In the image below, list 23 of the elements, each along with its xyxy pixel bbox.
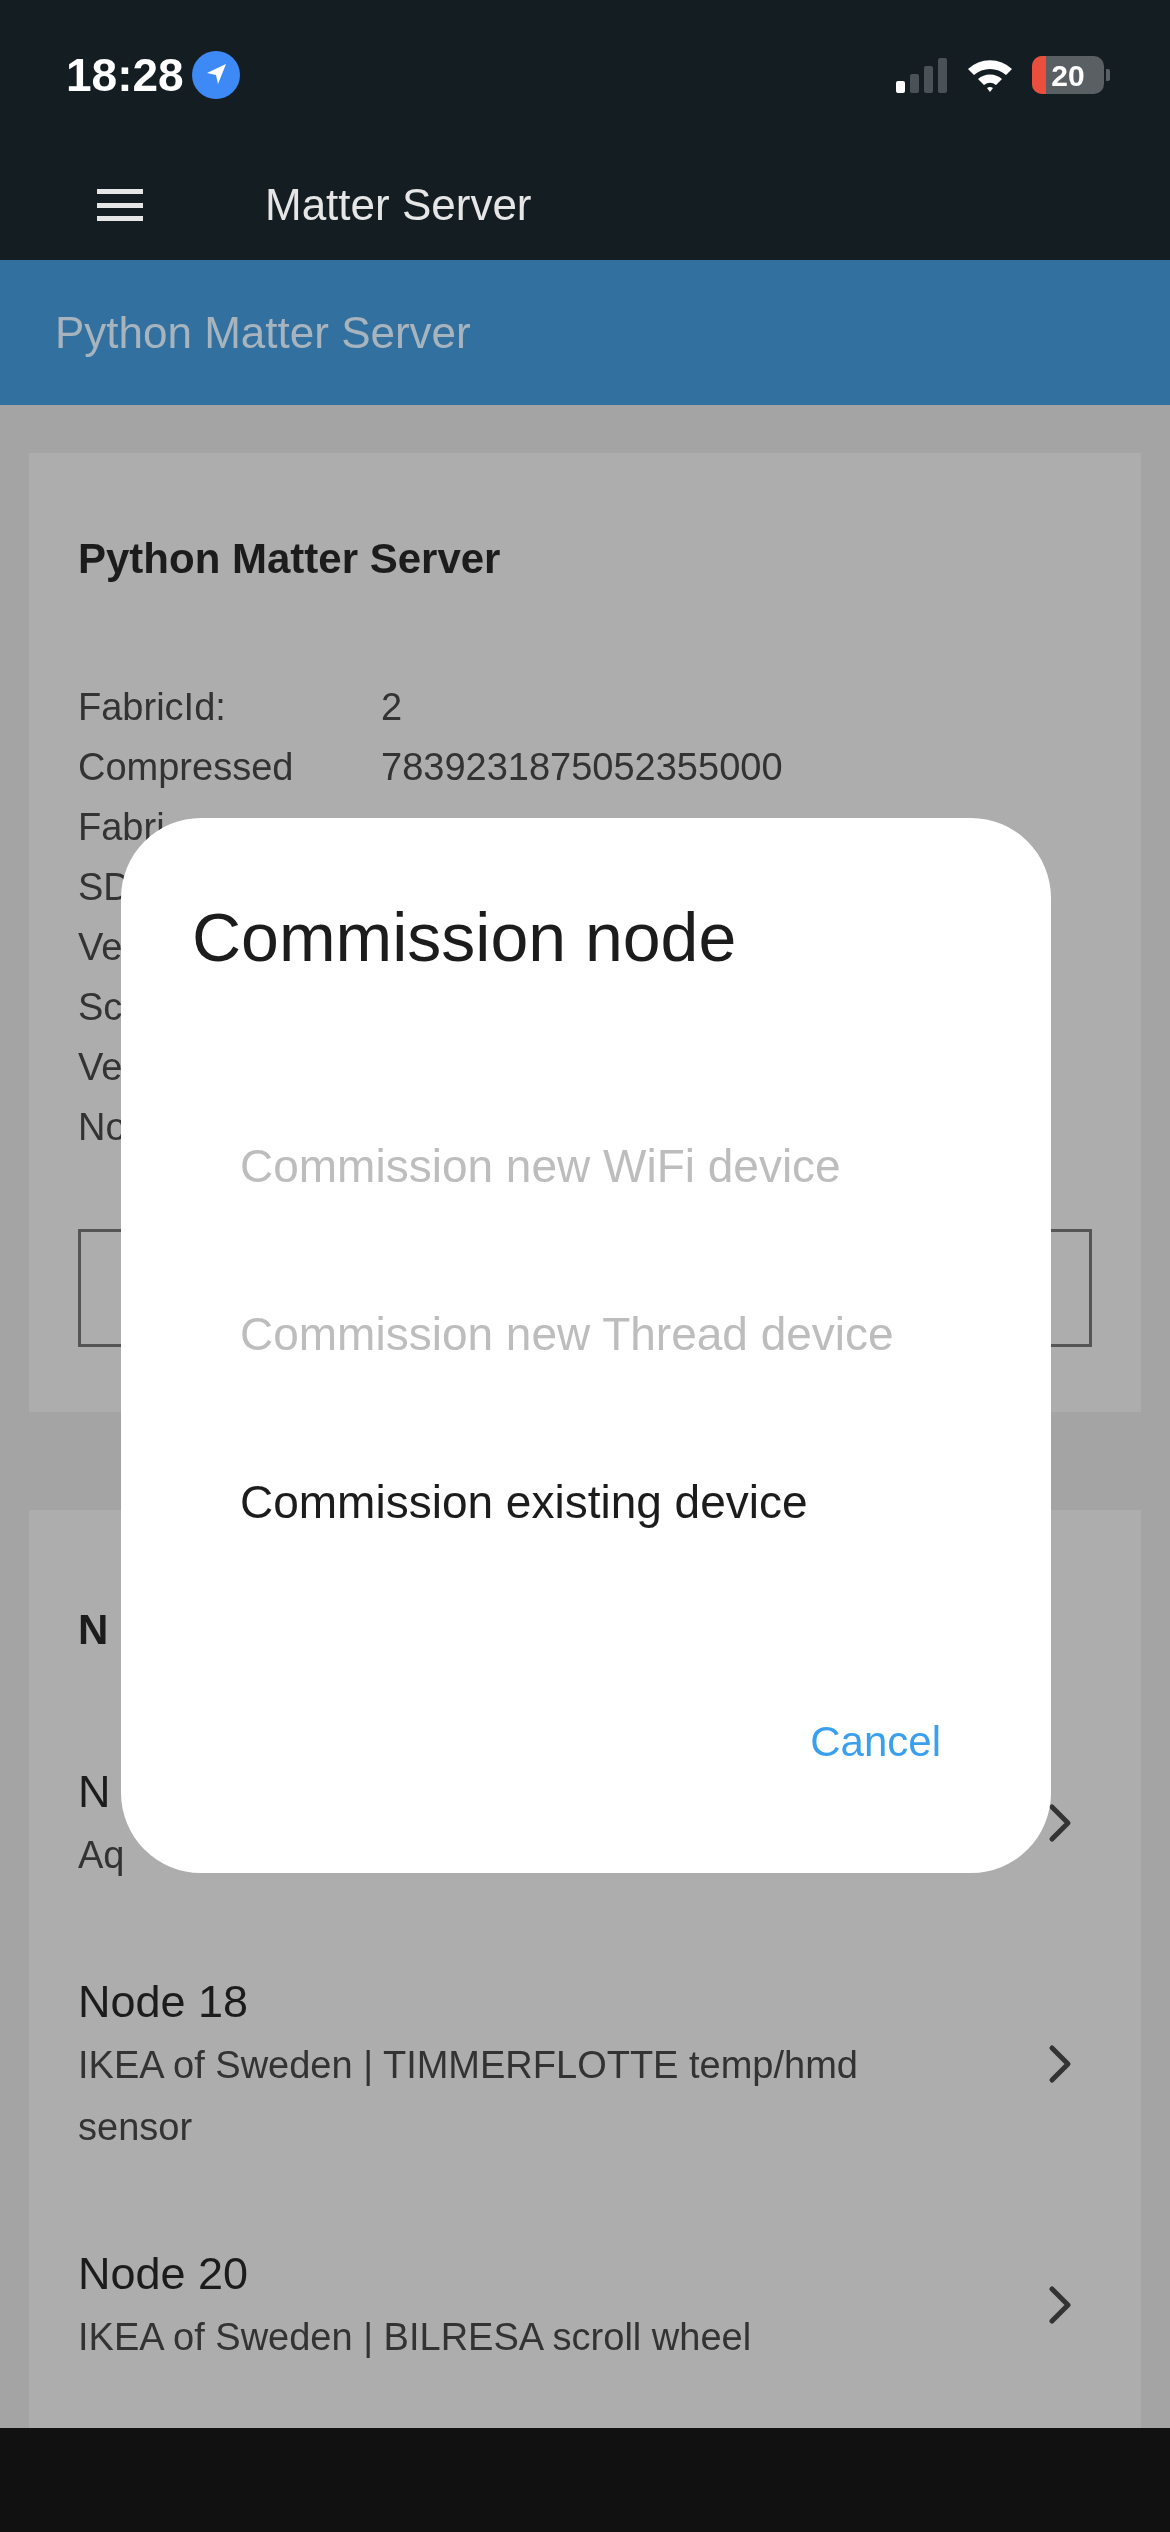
info-label: FabricId:	[78, 684, 227, 730]
card-title: Python Matter Server	[78, 534, 502, 584]
battery-indicator: 20	[1032, 56, 1110, 94]
info-label: Sc	[78, 984, 124, 1030]
info-label: Fabri	[78, 804, 166, 850]
node-list-item[interactable]: Node 18 IKEA of Sweden | TIMMERFLOTTE temp/hmd sensor	[78, 1970, 1092, 2158]
node-title: N	[78, 1765, 112, 1819]
node-subtitle: IKEA of Sweden | TIMMERFLOTTE temp/hmd sensor	[78, 2043, 859, 2150]
node-subtitle: Aq	[78, 1833, 126, 1878]
card-title: N	[78, 1605, 110, 1655]
node-list-item[interactable]: Node 20 IKEA of Sweden | BILRESA scroll wheel	[78, 2242, 1092, 2368]
info-value: 2	[381, 684, 403, 730]
node-subtitle: IKEA of Sweden | BILRESA scroll wheel	[78, 2315, 753, 2360]
dialog-title: Commission node	[192, 898, 738, 977]
banner-title: Python Matter Server	[55, 306, 471, 359]
info-label: Compressed	[78, 744, 295, 790]
node-title: Node 20	[78, 2247, 250, 2301]
clock-time: 18:28	[66, 47, 184, 103]
info-label: Ve	[78, 1044, 124, 1090]
app-title: Matter Server	[265, 179, 532, 231]
dialog-option[interactable]: Commission existing device	[192, 1418, 1051, 1586]
info-value: 7839231875052355000	[381, 744, 783, 790]
node-title: Node 18	[78, 1975, 250, 2029]
